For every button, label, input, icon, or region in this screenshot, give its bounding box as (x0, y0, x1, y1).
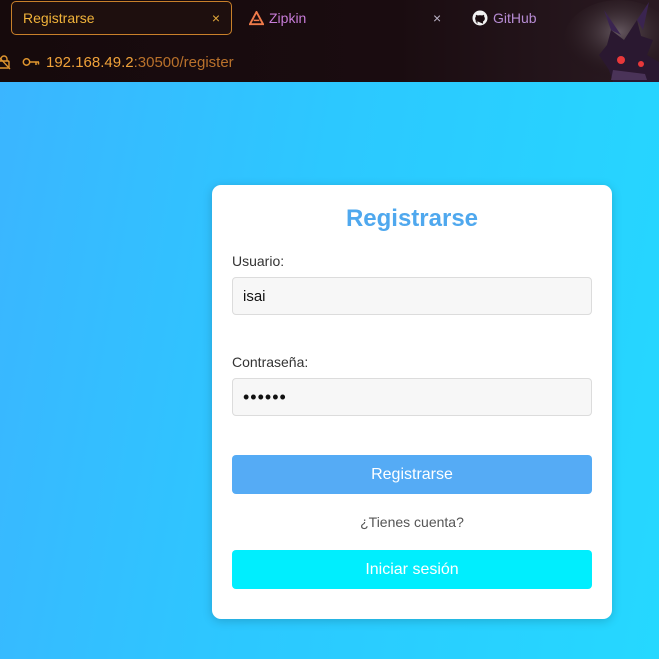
register-button[interactable]: Registrarse (232, 455, 592, 494)
theme-mascot-image (564, 0, 659, 82)
password-input[interactable] (232, 378, 592, 416)
close-icon[interactable]: × (212, 11, 220, 25)
zipkin-icon (248, 10, 264, 26)
site-permissions-icon[interactable] (0, 54, 12, 70)
page-title: Registrarse (345, 205, 479, 232)
login-button[interactable]: Iniciar sesión (232, 550, 592, 589)
key-icon[interactable] (22, 54, 40, 70)
github-icon (472, 10, 488, 26)
address-bar[interactable]: 192.168.49.2:30500/register (0, 50, 234, 74)
have-account-text: ¿Tienes cuenta? (360, 514, 464, 530)
tab-zipkin[interactable]: Zipkin × (248, 1, 448, 35)
close-icon[interactable]: × (433, 11, 441, 25)
page-background: Registrarse Usuario: Contraseña: Registr… (0, 82, 659, 659)
tab-label: Registrarse (23, 10, 95, 26)
tab-registrarse[interactable]: Registrarse × (11, 1, 232, 35)
register-card: Registrarse Usuario: Contraseña: Registr… (212, 185, 612, 619)
username-label: Usuario: (232, 253, 285, 269)
tab-label: Zipkin (269, 10, 307, 26)
password-label: Contraseña: (232, 354, 309, 370)
browser-chrome: Registrarse × Zipkin × GitHub 192.168.49… (0, 0, 659, 82)
url-host: 192.168.49.2 (46, 53, 134, 71)
username-input[interactable] (232, 277, 592, 315)
url-path: :30500/register (133, 53, 234, 71)
